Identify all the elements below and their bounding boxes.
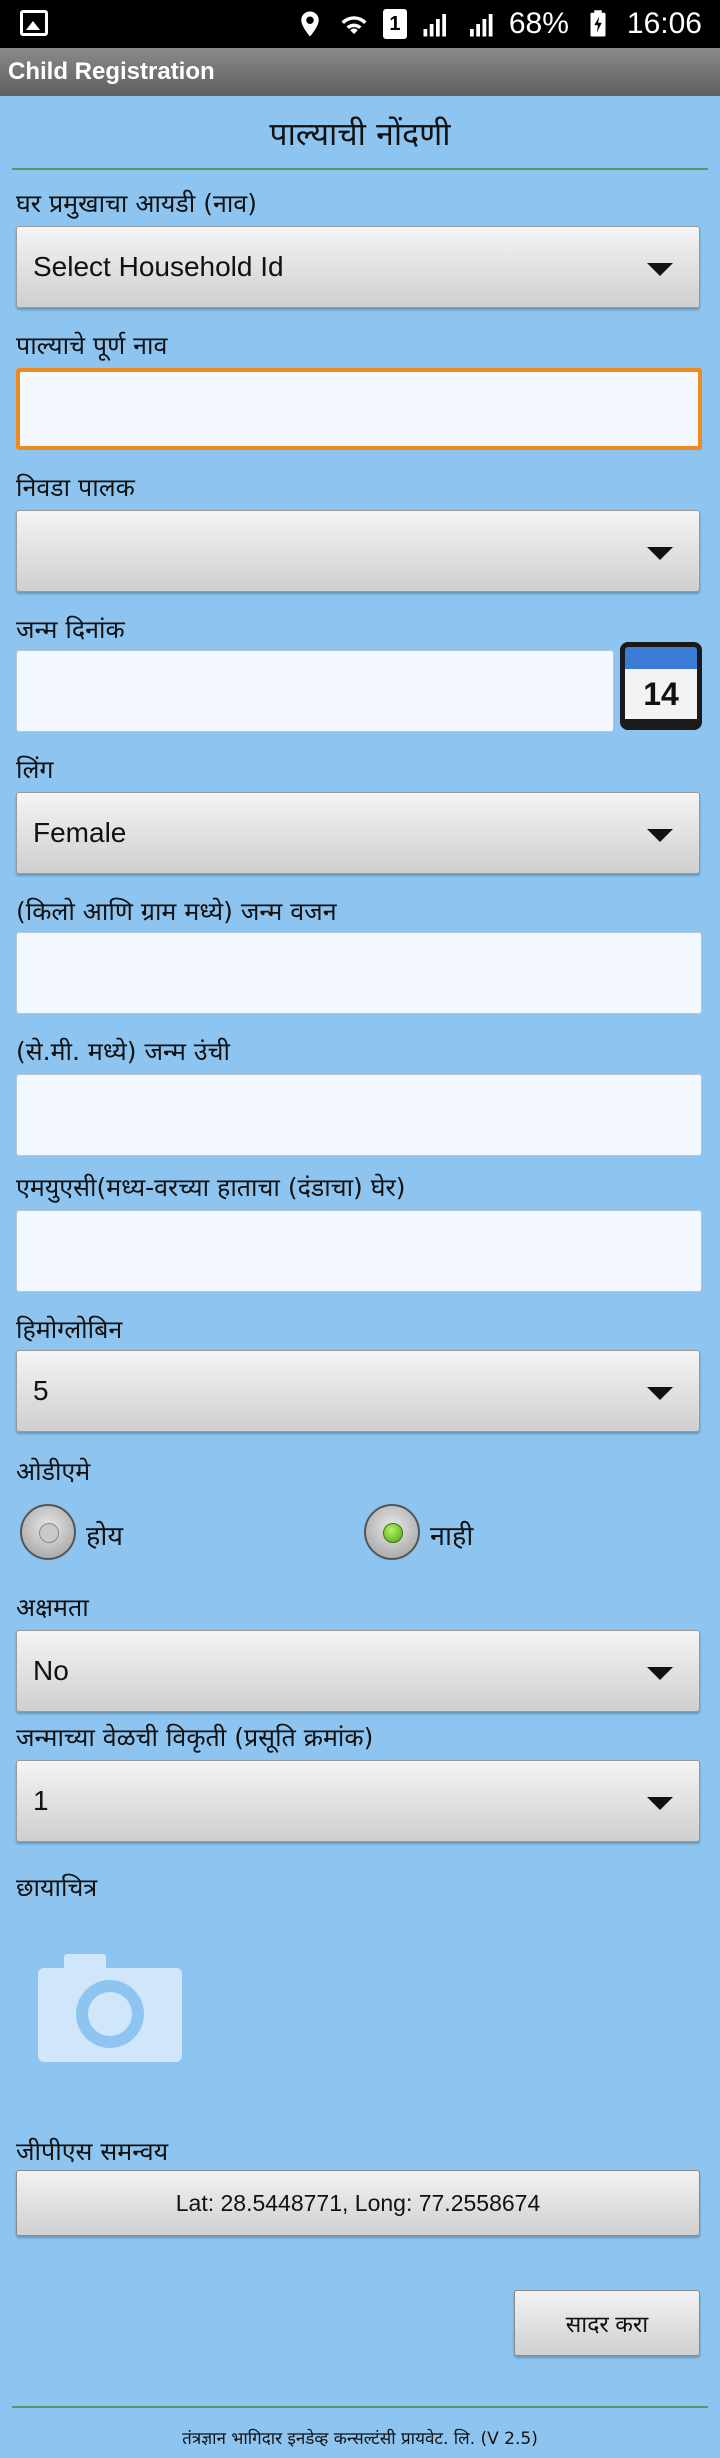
gender-select[interactable]: Female: [16, 792, 700, 874]
location-icon: [301, 11, 319, 37]
status-bar: 1 68% 16:06: [0, 0, 720, 48]
odiem-no-radio[interactable]: [364, 1504, 420, 1560]
dob-label: जन्म दिनांक: [16, 615, 125, 644]
child-name-label: पाल्याचे पूर्ण नाव: [16, 331, 168, 360]
birth-defect-label: जन्माच्या वेळची विकृती (प्रसूति क्रमांक): [16, 1723, 374, 1752]
hemoglobin-select[interactable]: 5: [16, 1350, 700, 1432]
app-title-bar: Child Registration: [0, 48, 720, 96]
household-label: घर प्रमुखाचा आयडी (नाव): [16, 189, 257, 218]
battery-charging-icon: [590, 10, 606, 37]
gender-label: लिंग: [16, 755, 54, 784]
birth-defect-select-value: 1: [33, 1785, 49, 1816]
hemoglobin-label: हिमोग्लोबिन: [16, 1315, 123, 1344]
signal-icon: [423, 14, 446, 37]
gps-label: जीपीएस समन्वय: [16, 2137, 169, 2166]
chevron-down-icon: [647, 1667, 673, 1680]
radio-dot: [383, 1523, 403, 1543]
photo-label: छायाचित्र: [16, 1873, 98, 1902]
odiem-yes-label[interactable]: होय: [86, 1516, 123, 1553]
sim-icon: 1: [382, 9, 407, 39]
gps-coordinates-button[interactable]: Lat: 28.5448771, Long: 77.2558674: [16, 2170, 700, 2236]
odiem-no-label[interactable]: नाही: [430, 1516, 473, 1553]
camera-icon[interactable]: [38, 1950, 182, 2062]
household-select[interactable]: Select Household Id: [16, 226, 700, 308]
chevron-down-icon: [647, 829, 673, 842]
birth-weight-label: (किलो आणि ग्राम मध्ये) जन्म वजन: [16, 897, 337, 926]
radio-dot: [39, 1523, 59, 1543]
chevron-down-icon: [647, 547, 673, 560]
dob-input[interactable]: [16, 650, 614, 732]
page-title: पाल्याची नोंदणी: [269, 115, 451, 153]
status-icons: 1 68% 16:06: [295, 0, 702, 48]
roaming-signal-icon: [469, 14, 493, 37]
wifi-icon: [341, 16, 367, 34]
chevron-down-icon: [647, 263, 673, 276]
disability-label: अक्षमता: [16, 1593, 89, 1622]
chevron-down-icon: [647, 1797, 673, 1810]
child-name-input[interactable]: [16, 368, 702, 450]
calendar-day: 14: [625, 669, 697, 719]
hemoglobin-select-value: 5: [33, 1375, 49, 1406]
birth-height-input[interactable]: [16, 1074, 702, 1156]
household-select-value: Select Household Id: [33, 251, 284, 282]
app-title: Child Registration: [8, 58, 215, 85]
chevron-down-icon: [647, 1387, 673, 1400]
birth-defect-select[interactable]: 1: [16, 1760, 700, 1842]
muac-label: एमयुएसी(मध्य-वरच्या हाताचा (दंडाचा) घेर): [16, 1173, 406, 1202]
battery-percent: 68%: [508, 7, 569, 40]
submit-button-label: सादर करा: [565, 2311, 649, 2337]
muac-input[interactable]: [16, 1210, 702, 1292]
disability-select-value: No: [33, 1655, 69, 1686]
footer-divider: [12, 2406, 708, 2408]
heading-divider: [12, 168, 708, 170]
gender-select-value: Female: [33, 817, 127, 848]
gallery-notification-icon: [20, 10, 48, 36]
submit-button[interactable]: सादर करा: [514, 2290, 700, 2356]
birth-weight-input[interactable]: [16, 932, 702, 1014]
footer-text: तंत्रज्ञान भागिदार इनडेव्ह कन्सल्टंसी प्…: [182, 2429, 538, 2449]
clock: 16:06: [626, 7, 702, 40]
odiem-label: ओडीएमे: [16, 1457, 91, 1486]
disability-select[interactable]: No: [16, 1630, 700, 1712]
guardian-label: निवडा पालक: [16, 473, 135, 502]
gps-coordinates-value: Lat: 28.5448771, Long: 77.2558674: [175, 2189, 541, 2216]
guardian-select[interactable]: [16, 510, 700, 592]
birth-height-label: (से.मी. मध्ये) जन्म उंची: [16, 1037, 230, 1066]
calendar-header: [625, 647, 697, 669]
calendar-icon[interactable]: 14: [620, 642, 702, 730]
odiem-yes-radio[interactable]: [20, 1504, 76, 1560]
